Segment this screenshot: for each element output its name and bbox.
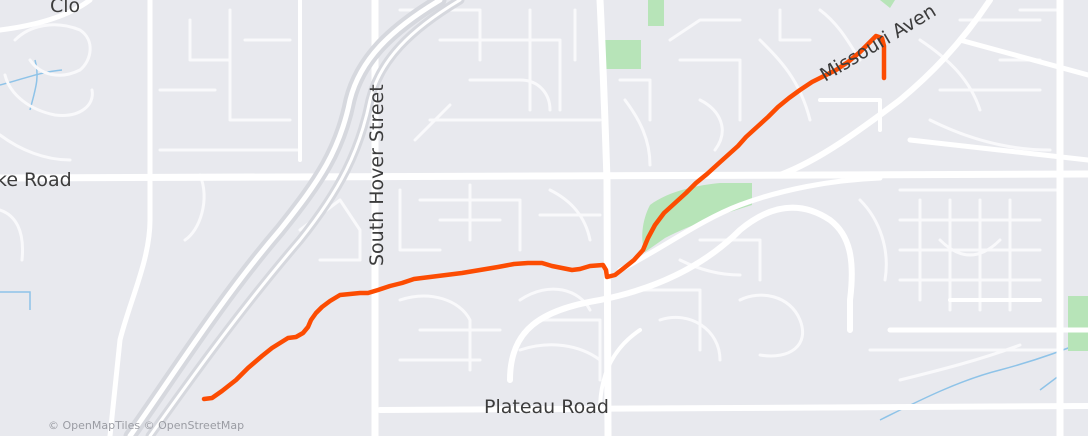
- activity-map[interactable]: Clo ke Road South Hover Street Missouri …: [0, 0, 1088, 436]
- map-background: [0, 0, 1088, 436]
- attribution-openmaptiles[interactable]: © OpenMapTiles: [48, 419, 140, 432]
- map-attribution: © OpenMapTiles © OpenStreetMap: [48, 419, 244, 432]
- attribution-openstreetmap[interactable]: © OpenStreetMap: [144, 419, 245, 432]
- road-label-lake-road: ke Road: [0, 169, 72, 191]
- road-label-south-hover-street: South Hover Street: [366, 84, 388, 266]
- map-canvas: Clo ke Road South Hover Street Missouri …: [0, 0, 1088, 436]
- road-label-cloud: Clo: [50, 0, 80, 17]
- road-label-plateau-road: Plateau Road: [484, 396, 609, 418]
